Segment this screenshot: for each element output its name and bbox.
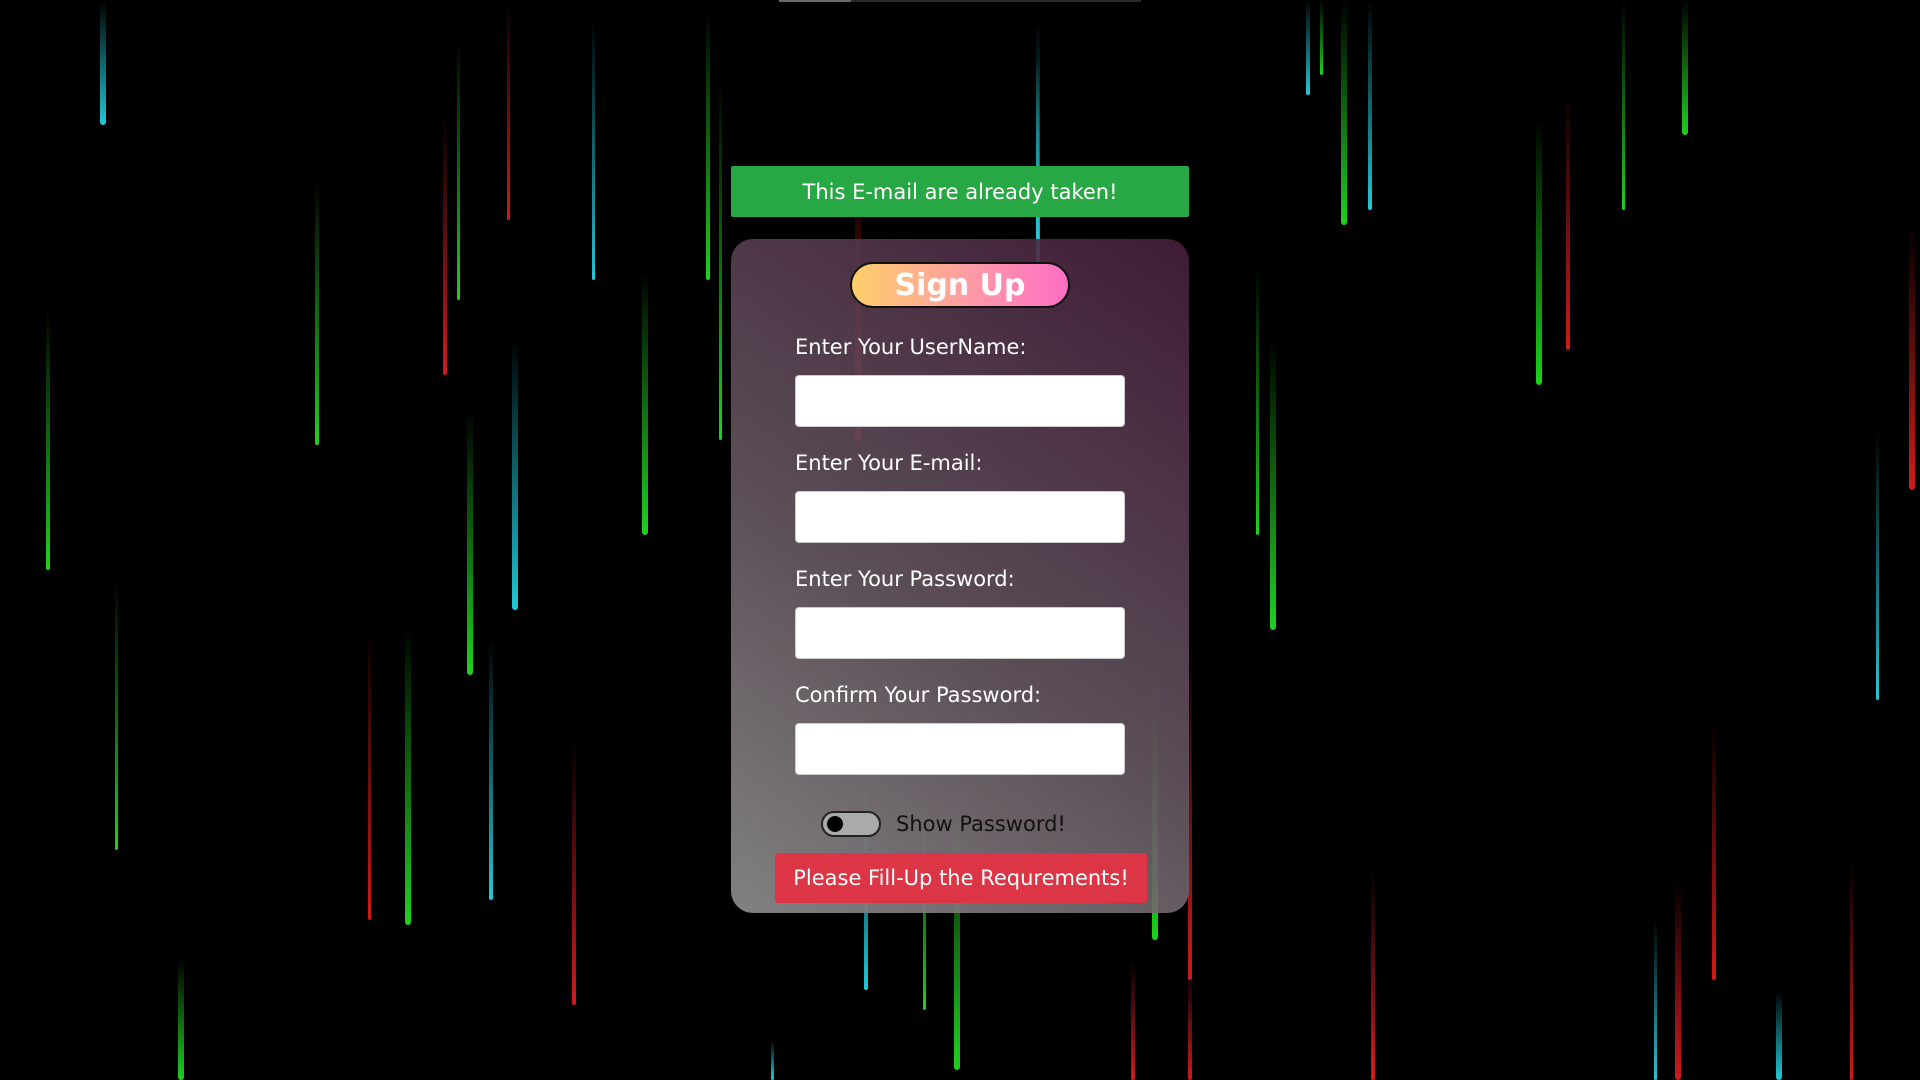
light-streak	[1909, 225, 1915, 490]
username-input[interactable]	[795, 375, 1125, 427]
light-streak	[489, 640, 493, 900]
light-streak	[771, 1040, 774, 1080]
light-streak	[1368, 0, 1372, 210]
light-streak	[1320, 0, 1323, 75]
light-streak	[457, 40, 460, 300]
signup-card: Sign Up Enter Your UserName: Enter Your …	[731, 239, 1189, 913]
light-streak	[1188, 970, 1192, 1080]
light-streak	[443, 115, 447, 375]
confirm-password-input[interactable]	[795, 723, 1125, 775]
light-streak	[706, 10, 710, 280]
signup-title-text: Sign Up	[894, 267, 1026, 303]
light-streak	[1536, 120, 1542, 385]
password-input[interactable]	[795, 607, 1125, 659]
email-label: Enter Your E-mail:	[795, 451, 983, 475]
light-streak	[467, 410, 473, 675]
email-taken-alert: This E-mail are already taken!	[731, 166, 1189, 217]
light-streak	[512, 340, 518, 610]
light-streak	[1306, 0, 1310, 95]
light-streak	[1566, 90, 1570, 350]
light-streak	[1876, 430, 1879, 700]
light-streak	[100, 0, 106, 125]
light-streak	[507, 0, 510, 220]
confirm-password-label: Confirm Your Password:	[795, 683, 1042, 707]
loading-progress-fill	[779, 0, 851, 2]
light-streak	[1622, 0, 1625, 210]
light-streak	[1654, 920, 1657, 1080]
light-streak	[1341, 0, 1347, 225]
light-streak	[592, 20, 595, 280]
light-streak	[178, 960, 184, 1080]
light-streak	[1682, 0, 1688, 135]
light-streak	[1712, 720, 1716, 980]
light-streak	[719, 80, 722, 440]
signup-title: Sign Up	[850, 262, 1070, 308]
submit-button[interactable]: Please Fill-Up the Requrements!	[775, 853, 1147, 903]
light-streak	[115, 580, 118, 850]
username-label: Enter Your UserName:	[795, 335, 1027, 359]
light-streak	[1776, 990, 1782, 1080]
light-streak	[405, 625, 411, 925]
show-password-toggle[interactable]	[821, 811, 881, 837]
loading-progress-bar	[779, 0, 1141, 2]
light-streak	[1270, 340, 1276, 630]
email-input[interactable]	[795, 491, 1125, 543]
light-streak	[368, 630, 371, 920]
show-password-label[interactable]: Show Password!	[896, 811, 1066, 837]
light-streak	[1256, 265, 1259, 535]
alert-message: This E-mail are already taken!	[802, 179, 1118, 204]
password-label: Enter Your Password:	[795, 567, 1015, 591]
light-streak	[572, 740, 576, 1005]
light-streak	[1036, 60, 1039, 260]
light-streak	[1131, 960, 1135, 1080]
light-streak	[1371, 870, 1375, 1080]
toggle-knob	[827, 816, 843, 832]
light-streak	[315, 180, 319, 445]
light-streak	[1850, 860, 1853, 1080]
light-streak	[642, 270, 648, 535]
light-streak	[46, 310, 50, 570]
light-streak	[1675, 880, 1681, 1080]
